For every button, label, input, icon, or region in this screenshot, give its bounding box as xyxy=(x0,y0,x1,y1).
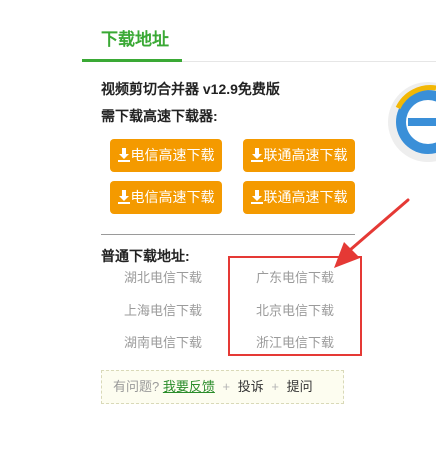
tab-active-underline xyxy=(82,59,182,62)
download-icon xyxy=(117,190,130,204)
feedback-question: 有问题? xyxy=(113,379,160,394)
telecom-high-speed-button[interactable]: 电信高速下载 xyxy=(110,139,222,172)
browser-logo-icon xyxy=(388,82,436,162)
feedback-link[interactable]: 我要反馈 xyxy=(163,379,215,394)
annotation-arrow-icon xyxy=(334,198,410,268)
download-icon xyxy=(250,190,263,204)
mirror-link-hubei-telecom[interactable]: 湖北电信下载 xyxy=(124,267,202,286)
button-label: 电信高速下载 xyxy=(130,147,215,163)
ask-link[interactable]: 提问 xyxy=(287,379,313,394)
section-divider xyxy=(101,234,355,235)
normal-download-label: 普通下载地址: xyxy=(101,248,190,264)
complaint-link[interactable]: 投诉 xyxy=(238,379,264,394)
mirror-link-hunan-telecom[interactable]: 湖南电信下载 xyxy=(124,332,202,351)
button-label: 联通高速下载 xyxy=(263,147,348,163)
tab-divider xyxy=(182,61,436,62)
plus-separator: + xyxy=(222,379,231,394)
tab-download-address[interactable]: 下载地址 xyxy=(82,24,182,62)
high-speed-label: 需下载高速下载器: xyxy=(101,108,218,124)
software-title: 视频剪切合并器 v12.9免费版 xyxy=(101,81,280,97)
unicom-high-speed-button[interactable]: 联通高速下载 xyxy=(243,139,355,172)
download-icon xyxy=(117,148,130,162)
highlight-box xyxy=(228,256,362,356)
mirror-link-shanghai-telecom[interactable]: 上海电信下载 xyxy=(124,300,202,319)
button-label: 电信高速下载 xyxy=(130,189,215,205)
tab-header: 下载地址 xyxy=(0,0,436,62)
feedback-bar: 有问题? 我要反馈 + 投诉 + 提问 xyxy=(101,370,344,404)
download-icon xyxy=(250,148,263,162)
plus-separator: + xyxy=(271,379,279,394)
telecom-high-speed-button[interactable]: 电信高速下载 xyxy=(110,181,222,214)
